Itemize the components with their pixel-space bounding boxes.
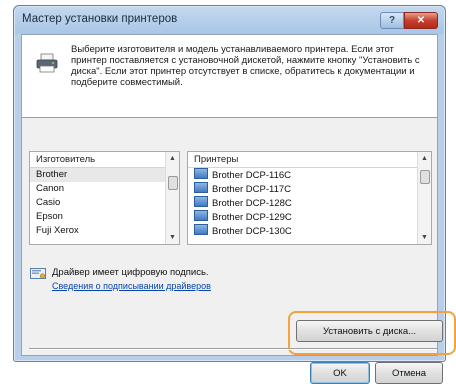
- help-button[interactable]: ?: [380, 12, 404, 29]
- footer-separator: [29, 348, 437, 350]
- printer-model-label: Brother DCP-129C: [212, 212, 292, 223]
- printer-column-header[interactable]: Принтеры: [188, 152, 431, 168]
- header-description: Выберите изготовителя и модель устанавли…: [71, 44, 420, 88]
- scroll-up-icon[interactable]: ▲: [166, 152, 179, 165]
- printer-model-label: Brother DCP-128C: [212, 198, 292, 209]
- close-button[interactable]: ✕: [404, 12, 438, 29]
- scroll-thumb[interactable]: [168, 176, 178, 190]
- printer-model-label: Brother DCP-130C: [212, 226, 292, 237]
- header-area: Выберите изготовителя и модель устанавли…: [22, 35, 437, 118]
- manufacturer-item[interactable]: Fuji Xerox: [30, 224, 165, 238]
- signed-driver-icon: [30, 268, 46, 279]
- have-disk-button[interactable]: Установить с диска...: [296, 320, 443, 342]
- printer-model-label: Brother DCP-117C: [212, 184, 292, 195]
- manufacturer-column-header[interactable]: Изготовитель: [30, 152, 179, 168]
- window-title: Мастер установки принтеров: [22, 13, 178, 25]
- printer-model-item[interactable]: Brother DCP-128C: [188, 196, 417, 210]
- scroll-thumb[interactable]: [420, 170, 430, 184]
- scroll-up-icon[interactable]: ▲: [418, 152, 431, 165]
- ok-button[interactable]: OK: [310, 362, 370, 384]
- manufacturer-item[interactable]: Casio: [30, 196, 165, 210]
- printer-wizard-dialog: Мастер установки принтеров ? ✕ Выберите …: [13, 5, 456, 384]
- printer-model-icon: [194, 224, 208, 235]
- signature-status-text: Драйвер имеет цифровую подпись.: [52, 267, 209, 278]
- printer-model-icon: [194, 182, 208, 193]
- manufacturer-list[interactable]: Изготовитель Brother Canon Casio Epson F…: [29, 151, 180, 245]
- printer-model-item[interactable]: Brother DCP-116C: [188, 168, 417, 182]
- signing-info-link[interactable]: Сведения о подписывании драйверов: [52, 281, 211, 291]
- printer-scrollbar[interactable]: ▲ ▼: [417, 152, 431, 244]
- printer-model-item[interactable]: Brother DCP-129C: [188, 210, 417, 224]
- manufacturer-scrollbar[interactable]: ▲ ▼: [165, 152, 179, 244]
- printer-model-icon: [194, 168, 208, 179]
- printer-model-icon: [194, 210, 208, 221]
- title-buttons: ? ✕: [380, 12, 438, 29]
- printer-model-item[interactable]: Brother DCP-117C: [188, 182, 417, 196]
- dialog-body: Выберите изготовителя и модель устанавли…: [21, 34, 456, 384]
- cancel-button[interactable]: Отмена: [375, 362, 443, 384]
- manufacturer-item[interactable]: Epson: [30, 210, 165, 224]
- printer-model-item[interactable]: Brother DCP-130C: [188, 224, 417, 238]
- title-bar: Мастер установки принтеров ? ✕: [14, 6, 445, 34]
- printer-model-list[interactable]: Принтеры Brother DCP-116C Brother DCP-11…: [187, 151, 432, 245]
- scroll-down-icon[interactable]: ▼: [418, 231, 431, 244]
- printer-icon: [36, 53, 58, 73]
- printer-model-label: Brother DCP-116C: [212, 170, 292, 181]
- scroll-down-icon[interactable]: ▼: [166, 231, 179, 244]
- manufacturer-item[interactable]: Brother: [30, 168, 165, 182]
- manufacturer-item[interactable]: Canon: [30, 182, 165, 196]
- printer-model-icon: [194, 196, 208, 207]
